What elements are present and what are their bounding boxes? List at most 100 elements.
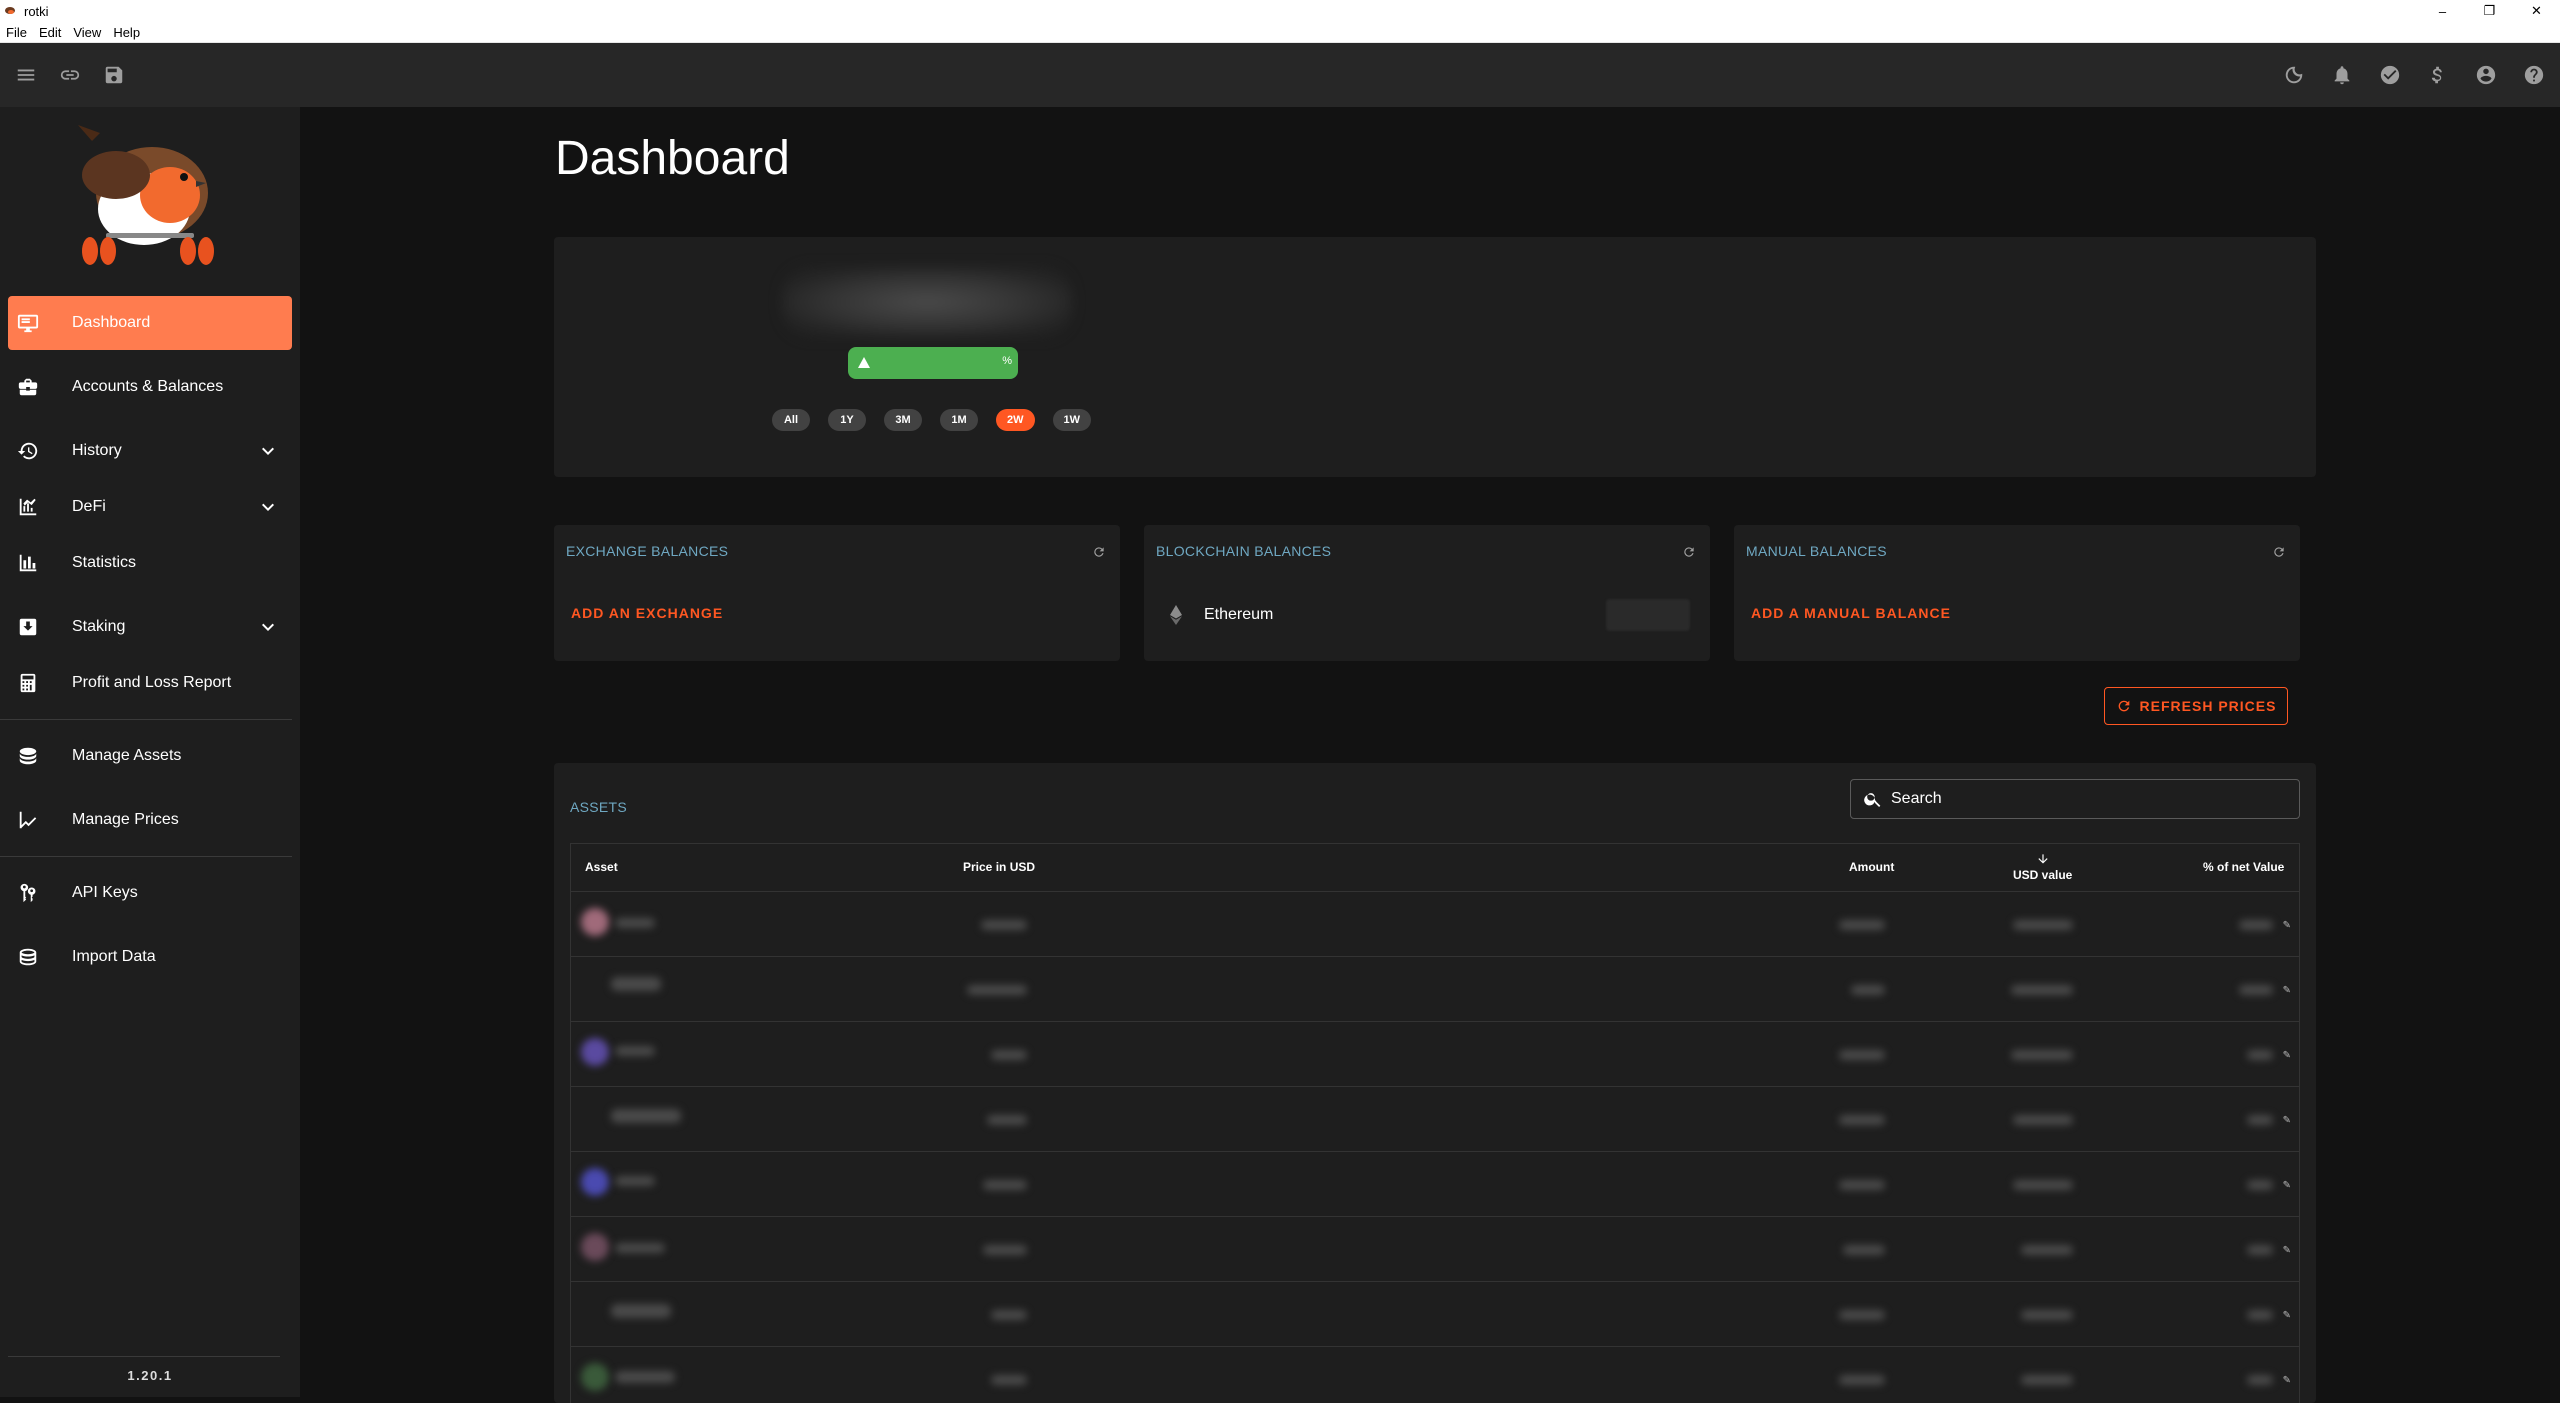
pencil-icon[interactable]: ✎ (2283, 1375, 2291, 1386)
asset-search-field[interactable] (1850, 779, 2300, 819)
menu-file[interactable]: File (0, 25, 33, 40)
refresh-icon[interactable] (2272, 545, 2286, 559)
price-blurred (991, 1375, 1027, 1385)
percentage-suffix: % (1002, 355, 1012, 367)
percentage-change-chip: % (848, 347, 1018, 379)
column-usd-value-label: USD value (2013, 868, 2073, 882)
sidebar-item-defi[interactable]: DeFi (8, 480, 292, 534)
table-row[interactable]: ✎ (571, 892, 2299, 957)
refresh-icon[interactable] (1092, 545, 1106, 559)
menu-view[interactable]: View (67, 25, 107, 40)
timeframe-2w[interactable]: 2W (996, 409, 1035, 431)
chain-name: Ethereum (1204, 606, 1274, 623)
sidebar-item-manage-prices[interactable]: Manage Prices (8, 793, 292, 847)
window-titlebar: rotki – ❐ ✕ (0, 0, 2560, 22)
close-button[interactable]: ✕ (2513, 0, 2560, 22)
column-usd-value[interactable]: USD value (2013, 852, 2072, 882)
pencil-icon[interactable]: ✎ (2283, 1050, 2291, 1061)
sidebar-item-profit-loss[interactable]: Profit and Loss Report (8, 656, 292, 710)
table-row[interactable]: ✎ (571, 1022, 2299, 1087)
refresh-prices-button[interactable]: REFRESH PRICES (2104, 687, 2288, 725)
assets-title: ASSETS (570, 799, 628, 815)
dollar-icon[interactable] (2426, 63, 2450, 87)
blockchain-row-ethereum[interactable]: Ethereum (1156, 595, 1696, 635)
timeframe-3m[interactable]: 3M (884, 409, 922, 431)
column-price[interactable]: Price in USD (963, 860, 1035, 874)
table-header: Asset Price in USD Amount USD value % of… (571, 844, 2299, 892)
usd-value-blurred (2013, 920, 2073, 930)
add-exchange-button[interactable]: ADD AN EXCHANGE (571, 605, 723, 621)
theme-moon-icon[interactable] (2282, 63, 2306, 87)
check-circle-icon[interactable] (2378, 63, 2402, 87)
account-icon[interactable] (2474, 63, 2498, 87)
table-row[interactable]: ✎ (571, 1217, 2299, 1282)
save-icon[interactable] (102, 63, 126, 87)
chevron-down-icon[interactable] (256, 439, 280, 463)
usd-value-blurred (2011, 1050, 2073, 1060)
exchange-balances-title: EXCHANGE BALANCES (566, 543, 729, 559)
column-asset[interactable]: Asset (585, 860, 618, 874)
sidebar-item-dashboard[interactable]: Dashboard (8, 296, 292, 350)
table-row[interactable]: ✎ (571, 1282, 2299, 1347)
price-blurred (983, 1180, 1027, 1190)
timeframe-1y[interactable]: 1Y (828, 409, 866, 431)
asset-icon (581, 908, 609, 936)
column-percent-net[interactable]: % of net Value (2203, 860, 2284, 874)
arrow-up-icon (858, 357, 870, 368)
pencil-icon[interactable]: ✎ (2283, 1180, 2291, 1191)
sidebar-divider (0, 719, 292, 720)
column-amount[interactable]: Amount (1849, 860, 1894, 874)
asset-name-blurred (611, 977, 661, 991)
price-blurred (967, 985, 1027, 995)
chain-value-blurred (1606, 599, 1690, 631)
amount-blurred (1839, 1115, 1885, 1125)
restore-button[interactable]: ❐ (2466, 0, 2513, 22)
assets-table: Asset Price in USD Amount USD value % of… (570, 843, 2300, 1403)
bell-icon[interactable] (2330, 63, 2354, 87)
search-input[interactable] (1891, 790, 2271, 808)
sidebar-item-statistics[interactable]: Statistics (8, 536, 292, 590)
sidebar-item-staking[interactable]: Staking (8, 600, 292, 654)
amount-blurred (1839, 1310, 1885, 1320)
timeframe-all[interactable]: All (772, 409, 810, 431)
amount-blurred (1839, 1050, 1885, 1060)
link-icon[interactable] (58, 63, 82, 87)
timeframe-1m[interactable]: 1M (940, 409, 978, 431)
chevron-down-icon[interactable] (256, 495, 280, 519)
add-manual-balance-button[interactable]: ADD A MANUAL BALANCE (1751, 605, 1951, 621)
timeframe-selector: All 1Y 3M 1M 2W 1W (772, 409, 1091, 431)
rotki-app-icon (4, 5, 18, 17)
menu-edit[interactable]: Edit (33, 25, 67, 40)
rotki-logo (78, 125, 214, 265)
table-row[interactable]: ✎ (571, 1152, 2299, 1217)
help-icon[interactable] (2522, 63, 2546, 87)
table-row[interactable]: ✎ (571, 1347, 2299, 1403)
manual-balances-title: MANUAL BALANCES (1746, 543, 1887, 559)
chevron-down-icon[interactable] (256, 615, 280, 639)
pencil-icon[interactable]: ✎ (2283, 1245, 2291, 1256)
pencil-icon[interactable]: ✎ (2283, 1115, 2291, 1126)
table-row[interactable]: ✎ (571, 1087, 2299, 1152)
pencil-icon[interactable]: ✎ (2283, 920, 2291, 931)
menu-help[interactable]: Help (107, 25, 146, 40)
price-blurred (987, 1115, 1027, 1125)
price-blurred (991, 1050, 1027, 1060)
refresh-icon[interactable] (1682, 545, 1696, 559)
timeframe-1w[interactable]: 1W (1052, 409, 1091, 431)
sidebar-item-history[interactable]: History (8, 424, 292, 478)
pencil-icon[interactable]: ✎ (2283, 1310, 2291, 1321)
pencil-icon[interactable]: ✎ (2283, 985, 2291, 996)
table-row[interactable]: ✎ (571, 957, 2299, 1022)
menu-icon[interactable] (14, 63, 38, 87)
usd-value-blurred (2013, 1115, 2073, 1125)
sidebar-item-import-data[interactable]: Import Data (8, 930, 292, 984)
assets-card: ASSETS Asset Price in USD Amount USD val… (554, 763, 2316, 1403)
refresh-prices-label: REFRESH PRICES (2139, 698, 2277, 714)
sidebar: Dashboard Accounts & Balances History De… (0, 107, 300, 1397)
usd-value-blurred (2011, 985, 2073, 995)
minimize-button[interactable]: – (2419, 0, 2466, 22)
sidebar-item-manage-assets[interactable]: Manage Assets (8, 729, 292, 783)
sidebar-item-api-keys[interactable]: API Keys (8, 866, 292, 920)
sidebar-item-accounts-balances[interactable]: Accounts & Balances (8, 360, 292, 414)
asset-icon (581, 1363, 609, 1391)
